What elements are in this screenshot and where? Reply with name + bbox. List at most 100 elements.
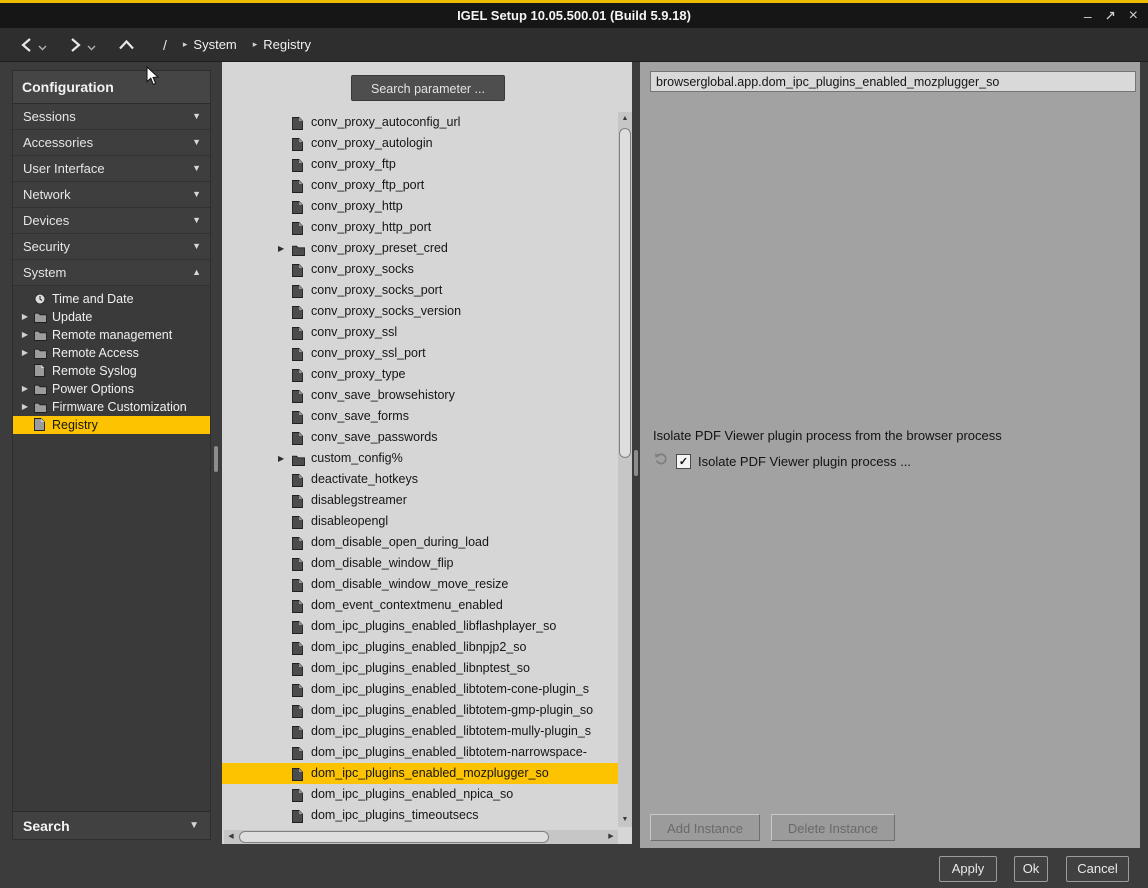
registry-item-dom-ipc-plugins-enabled-libflashplayer-so[interactable]: dom_ipc_plugins_enabled_libflashplayer_s… (222, 616, 618, 637)
sidebar-section-security[interactable]: Security ▼ (13, 234, 210, 260)
registry-item-dom-ipc-plugins-enabled-libnptest-so[interactable]: dom_ipc_plugins_enabled_libnptest_so (222, 658, 618, 679)
sidebar-section-devices[interactable]: Devices ▼ (13, 208, 210, 234)
breadcrumb-registry[interactable]: ▸ Registry (253, 37, 311, 52)
registry-item-conv-proxy-http[interactable]: conv_proxy_http (222, 196, 618, 217)
chevron-down-icon: ▼ (192, 234, 201, 259)
sidebar-section-system[interactable]: System ▲ (13, 260, 210, 286)
expander-icon[interactable]: ▶ (278, 448, 284, 469)
registry-item-conv-proxy-ftp-port[interactable]: conv_proxy_ftp_port (222, 175, 618, 196)
registry-item-dom-event-contextmenu-enabled[interactable]: dom_event_contextmenu_enabled (222, 595, 618, 616)
expander-icon[interactable]: ▶ (20, 344, 30, 362)
titlebar[interactable]: IGEL Setup 10.05.500.01 (Build 5.9.18) –… (0, 3, 1148, 28)
scroll-right-icon[interactable]: ▶ (604, 830, 618, 844)
registry-item-custom-config[interactable]: ▶ custom_config% (222, 448, 618, 469)
expander-icon[interactable]: ▶ (20, 380, 30, 398)
vertical-scrollbar-thumb[interactable] (619, 128, 631, 458)
minimize-icon[interactable]: – (1084, 9, 1092, 23)
sidebar-tree-item-power-options[interactable]: ▶ Power Options (13, 380, 210, 398)
registry-item-conv-proxy-ssl-port[interactable]: conv_proxy_ssl_port (222, 343, 618, 364)
apply-button[interactable]: Apply (939, 856, 997, 882)
registry-item-label: disablegstreamer (311, 490, 407, 511)
sidebar-tree-item-remote-management[interactable]: ▶ Remote management (13, 326, 210, 344)
sidebar-section-network[interactable]: Network ▼ (13, 182, 210, 208)
file-icon (292, 200, 305, 213)
sidebar-section-accessories[interactable]: Accessories ▼ (13, 130, 210, 156)
expander-icon[interactable]: ▶ (278, 238, 284, 259)
parameter-path-field[interactable] (650, 71, 1136, 92)
sidebar-tree-item-firmware-customization[interactable]: ▶ Firmware Customization (13, 398, 210, 416)
registry-item-dom-ipc-plugins-enabled-libnpjp2-so[interactable]: dom_ipc_plugins_enabled_libnpjp2_so (222, 637, 618, 658)
registry-item-deactivate-hotkeys[interactable]: deactivate_hotkeys (222, 469, 618, 490)
sidebar-tree-item-remote-access[interactable]: ▶ Remote Access (13, 344, 210, 362)
registry-item-dom-ipc-plugins-timeoutsecs[interactable]: dom_ipc_plugins_timeoutsecs (222, 805, 618, 826)
close-icon[interactable]: × (1129, 9, 1138, 23)
registry-item-label: dom_ipc_plugins_enabled_libflashplayer_s… (311, 616, 556, 637)
expander-icon[interactable]: ▶ (20, 398, 30, 416)
registry-item-dom-ipc-plugins-enabled-libtotem-gmp-plugin-so[interactable]: dom_ipc_plugins_enabled_libtotem-gmp-plu… (222, 700, 618, 721)
forward-dropdown-icon[interactable] (87, 45, 96, 51)
sidebar-search[interactable]: Search ▼ (13, 811, 210, 839)
registry-item-dom-disable-window-move-resize[interactable]: dom_disable_window_move_resize (222, 574, 618, 595)
registry-item-dom-ipc-plugins-enabled-mozplugger-so[interactable]: dom_ipc_plugins_enabled_mozplugger_so (222, 763, 618, 784)
registry-item-conv-proxy-socks[interactable]: conv_proxy_socks (222, 259, 618, 280)
registry-item-disablegstreamer[interactable]: disablegstreamer (222, 490, 618, 511)
registry-item-conv-proxy-socks-version[interactable]: conv_proxy_socks_version (222, 301, 618, 322)
scroll-down-icon[interactable]: ▼ (618, 813, 632, 827)
sidebar-tree-item-update[interactable]: ▶ Update (13, 308, 210, 326)
registry-item-conv-proxy-ssl[interactable]: conv_proxy_ssl (222, 322, 618, 343)
sidebar-tree-item-registry[interactable]: Registry (13, 416, 210, 434)
breadcrumb-system[interactable]: ▸ System (183, 37, 237, 52)
registry-item-conv-proxy-http-port[interactable]: conv_proxy_http_port (222, 217, 618, 238)
file-icon (292, 515, 305, 528)
search-parameter-button[interactable]: Search parameter ... (351, 75, 505, 101)
back-dropdown-icon[interactable] (38, 45, 47, 51)
registry-item-conv-proxy-preset-cred[interactable]: ▶ conv_proxy_preset_cred (222, 238, 618, 259)
sidebar-tree-item-time-and-date[interactable]: Time and Date (13, 290, 210, 308)
file-icon (292, 116, 305, 129)
back-icon[interactable] (20, 37, 33, 53)
registry-item-disableopengl[interactable]: disableopengl (222, 511, 618, 532)
registry-item-conv-save-forms[interactable]: conv_save_forms (222, 406, 618, 427)
horizontal-scrollbar[interactable]: ◀ ▶ (224, 830, 618, 844)
add-instance-button[interactable]: Add Instance (650, 814, 760, 841)
registry-item-dom-ipc-plugins-enabled-npica-so[interactable]: dom_ipc_plugins_enabled_npica_so (222, 784, 618, 805)
delete-instance-button[interactable]: Delete Instance (771, 814, 895, 841)
file-icon (292, 368, 305, 381)
registry-item-label: dom_ipc_plugins_enabled_mozplugger_so (311, 763, 549, 784)
registry-item-conv-proxy-ftp[interactable]: conv_proxy_ftp (222, 154, 618, 175)
sidebar-tree-item-remote-syslog[interactable]: Remote Syslog (13, 362, 210, 380)
registry-item-conv-save-browsehistory[interactable]: conv_save_browsehistory (222, 385, 618, 406)
registry-item-dom-ipc-plugins-enabled-libtotem-mully-plugin-s[interactable]: dom_ipc_plugins_enabled_libtotem-mully-p… (222, 721, 618, 742)
registry-item-conv-proxy-autologin[interactable]: conv_proxy_autologin (222, 133, 618, 154)
revert-icon[interactable] (654, 452, 669, 471)
file-icon (292, 725, 305, 738)
registry-item-dom-ipc-plugins-enabled-libtotem-narrowspace[interactable]: dom_ipc_plugins_enabled_libtotem-narrows… (222, 742, 618, 763)
registry-item-conv-save-passwords[interactable]: conv_save_passwords (222, 427, 618, 448)
expander-icon[interactable]: ▶ (20, 308, 30, 326)
registry-item-dom-disable-open-during-load[interactable]: dom_disable_open_during_load (222, 532, 618, 553)
panel-splitter-handle[interactable] (634, 450, 638, 476)
sidebar-splitter-handle[interactable] (214, 446, 218, 472)
registry-item-label: conv_save_passwords (311, 427, 437, 448)
forward-icon[interactable] (69, 37, 82, 53)
registry-item-conv-proxy-type[interactable]: conv_proxy_type (222, 364, 618, 385)
ok-button[interactable]: Ok (1014, 856, 1048, 882)
registry-item-conv-proxy-autoconfig-url[interactable]: conv_proxy_autoconfig_url (222, 112, 618, 133)
restore-icon[interactable] (1105, 9, 1116, 23)
scroll-left-icon[interactable]: ◀ (224, 830, 238, 844)
isolate-pdf-checkbox[interactable]: ✓ (676, 454, 691, 469)
cancel-button[interactable]: Cancel (1066, 856, 1129, 882)
registry-item-dom-disable-window-flip[interactable]: dom_disable_window_flip (222, 553, 618, 574)
scroll-up-icon[interactable]: ▲ (618, 112, 632, 126)
registry-item-label: dom_ipc_plugins_enabled_libtotem-cone-pl… (311, 679, 589, 700)
registry-item-label: conv_save_forms (311, 406, 409, 427)
vertical-scrollbar[interactable]: ▲ ▼ (618, 112, 632, 827)
registry-item-dom-ipc-plugins-enabled-libtotem-cone-plugin-s[interactable]: dom_ipc_plugins_enabled_libtotem-cone-pl… (222, 679, 618, 700)
horizontal-scrollbar-thumb[interactable] (239, 831, 549, 843)
sidebar-section-user-interface[interactable]: User Interface ▼ (13, 156, 210, 182)
expander-icon[interactable]: ▶ (20, 326, 30, 344)
sidebar-section-sessions[interactable]: Sessions ▼ (13, 104, 210, 130)
sidebar-tree-item-label: Remote management (52, 326, 172, 344)
up-icon[interactable] (118, 39, 135, 51)
registry-item-conv-proxy-socks-port[interactable]: conv_proxy_socks_port (222, 280, 618, 301)
